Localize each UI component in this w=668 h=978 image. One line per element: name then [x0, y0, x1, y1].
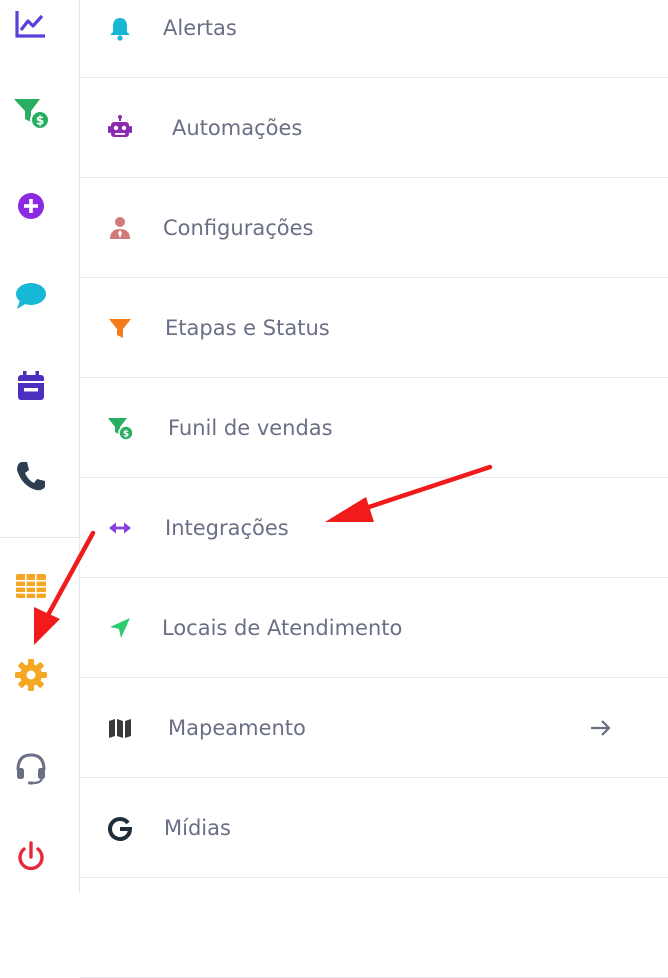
menu-item-label: Locais de Atendimento	[162, 615, 403, 640]
plus-circle-icon[interactable]	[12, 187, 50, 225]
menu-item-label: Etapas e Status	[165, 315, 330, 340]
google-icon	[106, 814, 134, 842]
gear-icon[interactable]	[12, 656, 50, 694]
headset-icon[interactable]	[12, 748, 50, 786]
menu-item-label: Automações	[172, 115, 303, 140]
svg-text:$: $	[123, 429, 129, 439]
location-arrow-icon	[106, 614, 134, 642]
icon-sidebar: $	[0, 0, 80, 893]
rail-divider	[0, 537, 79, 538]
funnel-dollar-icon[interactable]: $	[12, 95, 50, 133]
menu-item-label: Funil de vendas	[168, 415, 333, 440]
menu-item-alertas[interactable]: Alertas	[80, 0, 668, 78]
user-tie-icon	[106, 214, 134, 242]
chat-bubble-icon[interactable]	[12, 276, 50, 314]
bell-icon	[106, 14, 134, 42]
arrow-right-icon	[588, 715, 614, 741]
funnel-dollar-icon: $	[106, 414, 134, 442]
settings-menu: Alertas Automações Configurações Etapas …	[80, 0, 668, 978]
menu-item-label: Integrações	[165, 515, 289, 540]
menu-item-configuracoes[interactable]: Configurações	[80, 178, 668, 278]
menu-item-label: Mapeamento	[168, 715, 306, 740]
menu-item-funil-de-vendas[interactable]: $ Funil de vendas	[80, 378, 668, 478]
menu-item-label: Alertas	[163, 15, 237, 40]
menu-item-mapeamento[interactable]: Mapeamento	[80, 678, 668, 778]
calendar-icon[interactable]	[12, 367, 50, 405]
arrows-horizontal-icon	[106, 514, 134, 542]
menu-item-automacoes[interactable]: Automações	[80, 78, 668, 178]
menu-item-locais-de-atendimento[interactable]: Locais de Atendimento	[80, 578, 668, 678]
phone-icon[interactable]	[12, 457, 50, 495]
chart-line-icon[interactable]	[12, 5, 50, 43]
menu-item-midias[interactable]: Mídias	[80, 778, 668, 878]
menu-item-next[interactable]	[80, 878, 668, 978]
power-icon[interactable]	[12, 838, 50, 876]
svg-text:$: $	[36, 114, 44, 128]
menu-item-label: Mídias	[164, 815, 231, 840]
filter-icon	[106, 314, 134, 342]
map-icon	[106, 714, 134, 742]
menu-item-label: Configurações	[163, 215, 314, 240]
menu-item-integracoes[interactable]: Integrações	[80, 478, 668, 578]
menu-item-etapas-e-status[interactable]: Etapas e Status	[80, 278, 668, 378]
robot-icon	[106, 114, 134, 142]
table-grid-icon[interactable]	[12, 567, 50, 605]
